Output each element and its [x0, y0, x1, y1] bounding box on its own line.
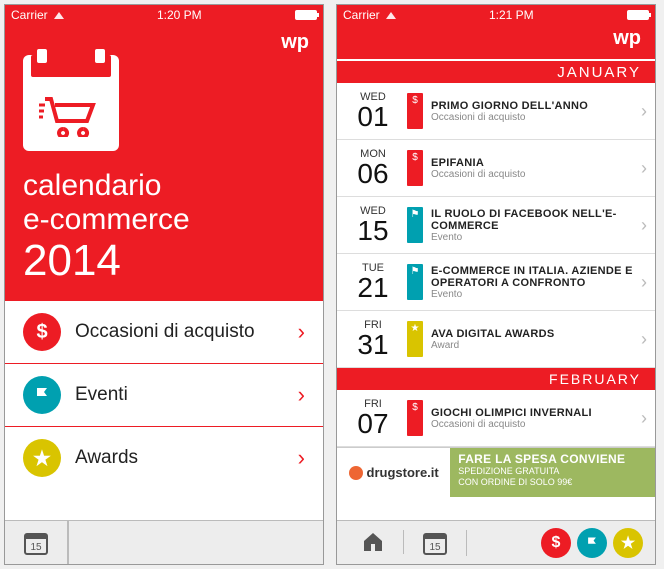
carrier-label: Carrier	[343, 8, 380, 22]
dollar-tag-icon: $	[407, 400, 423, 436]
flag-tag-icon: ⚑	[407, 207, 423, 243]
tab-bar: 15 $ ★	[337, 520, 655, 564]
ad-banner[interactable]: drugstore.it FARE LA SPESA CONVIENE SPED…	[337, 447, 655, 497]
brand-logo: wp	[281, 31, 309, 54]
ad-headline: FARE LA SPESA CONVIENE	[458, 452, 647, 466]
category-occasioni[interactable]: $ Occasioni di acquisto ›	[5, 301, 323, 364]
wifi-icon	[54, 12, 64, 19]
filter-eventi-button[interactable]	[577, 528, 607, 558]
events-list-february: FRI 07 $ GIOCHI OLIMPICI INVERNALI Occas…	[337, 390, 655, 447]
calendar-cart-icon	[23, 55, 119, 151]
svg-text:15: 15	[429, 542, 441, 553]
event-subtitle: Award	[431, 340, 633, 351]
event-date: FRI 07	[347, 398, 399, 438]
filter-occasioni-button[interactable]: $	[541, 528, 571, 558]
flag-tag-icon: ⚑	[407, 264, 423, 300]
status-bar: Carrier 1:20 PM	[5, 5, 323, 25]
event-date: FRI 31	[347, 319, 399, 359]
phone-screenshot-right: Carrier 1:21 PM wp JANUARY WED 01 $ PRIM…	[336, 4, 656, 565]
event-subtitle: Evento	[431, 289, 633, 300]
chevron-right-icon: ›	[298, 319, 305, 345]
month-label-january: JANUARY	[557, 64, 641, 81]
month-label-february: FEBRUARY	[337, 368, 655, 390]
category-label: Awards	[75, 447, 284, 469]
flag-icon	[23, 376, 61, 414]
hero-panel: wp calendario e-commerce 2014	[5, 25, 323, 301]
battery-icon	[627, 10, 649, 20]
chevron-right-icon: ›	[298, 445, 305, 471]
chevron-right-icon: ›	[641, 215, 647, 236]
status-time: 1:21 PM	[489, 8, 534, 22]
svg-text:15: 15	[30, 542, 42, 553]
event-subtitle: Occasioni di acquisto	[431, 169, 633, 180]
hero-line1: calendario	[23, 169, 305, 203]
ad-sub2: CON ORDINE DI SOLO 99€	[458, 477, 647, 488]
event-row[interactable]: WED 01 $ PRIMO GIORNO DELL'ANNO Occasion…	[337, 83, 655, 140]
category-eventi[interactable]: Eventi ›	[5, 364, 323, 427]
status-time: 1:20 PM	[157, 8, 202, 22]
star-icon: ★	[23, 439, 61, 477]
chevron-right-icon: ›	[641, 272, 647, 293]
event-subtitle: Evento	[431, 232, 633, 243]
event-row[interactable]: FRI 31 ★ AVA DIGITAL AWARDS Award ›	[337, 311, 655, 368]
category-list: $ Occasioni di acquisto › Eventi › ★ Awa…	[5, 301, 323, 489]
tab-calendar[interactable]: 15	[404, 530, 467, 556]
filter-awards-button[interactable]: ★	[613, 528, 643, 558]
brand-logo: wp	[613, 27, 641, 50]
tab-home[interactable]	[343, 530, 404, 554]
dollar-icon: $	[23, 313, 61, 351]
hero-line3: 2014	[23, 237, 305, 285]
event-title: IL RUOLO DI FACEBOOK NELL'E-COMMERCE	[431, 208, 633, 232]
ad-logo: drugstore.it	[337, 448, 450, 497]
event-row[interactable]: WED 15 ⚑ IL RUOLO DI FACEBOOK NELL'E-COM…	[337, 197, 655, 254]
wifi-icon	[386, 12, 396, 19]
phone-screenshot-left: Carrier 1:20 PM wp calendario e-commerce…	[4, 4, 324, 565]
event-subtitle: Occasioni di acquisto	[431, 112, 633, 123]
chevron-right-icon: ›	[641, 101, 647, 122]
ad-sub1: SPEDIZIONE GRATUITA	[458, 466, 647, 477]
star-tag-icon: ★	[407, 321, 423, 357]
category-label: Occasioni di acquisto	[75, 321, 284, 343]
status-bar: Carrier 1:21 PM	[337, 5, 655, 25]
event-date: TUE 21	[347, 262, 399, 302]
event-row[interactable]: FRI 07 $ GIOCHI OLIMPICI INVERNALI Occas…	[337, 390, 655, 447]
chevron-right-icon: ›	[641, 329, 647, 350]
ad-logo-icon	[349, 466, 363, 480]
chevron-right-icon: ›	[298, 382, 305, 408]
event-title: GIOCHI OLIMPICI INVERNALI	[431, 407, 633, 419]
event-date: MON 06	[347, 148, 399, 188]
dollar-tag-icon: $	[407, 93, 423, 129]
battery-icon	[295, 10, 317, 20]
event-subtitle: Occasioni di acquisto	[431, 419, 633, 430]
event-title: E-COMMERCE IN ITALIA. AZIENDE E OPERATOR…	[431, 265, 633, 289]
chevron-right-icon: ›	[641, 158, 647, 179]
tab-bar: 15	[5, 520, 323, 564]
event-title: EPIFANIA	[431, 157, 633, 169]
tab-calendar[interactable]: 15	[5, 521, 68, 564]
event-title: AVA DIGITAL AWARDS	[431, 328, 633, 340]
category-label: Eventi	[75, 384, 284, 406]
category-awards[interactable]: ★ Awards ›	[5, 427, 323, 489]
events-list-january: WED 01 $ PRIMO GIORNO DELL'ANNO Occasion…	[337, 83, 655, 368]
month-header: wp JANUARY	[337, 25, 655, 83]
carrier-label: Carrier	[11, 8, 48, 22]
hero-line2: e-commerce	[23, 203, 305, 237]
event-row[interactable]: TUE 21 ⚑ E-COMMERCE IN ITALIA. AZIENDE E…	[337, 254, 655, 311]
event-title: PRIMO GIORNO DELL'ANNO	[431, 100, 633, 112]
dollar-tag-icon: $	[407, 150, 423, 186]
event-date: WED 01	[347, 91, 399, 131]
event-row[interactable]: MON 06 $ EPIFANIA Occasioni di acquisto …	[337, 140, 655, 197]
chevron-right-icon: ›	[641, 408, 647, 429]
event-date: WED 15	[347, 205, 399, 245]
